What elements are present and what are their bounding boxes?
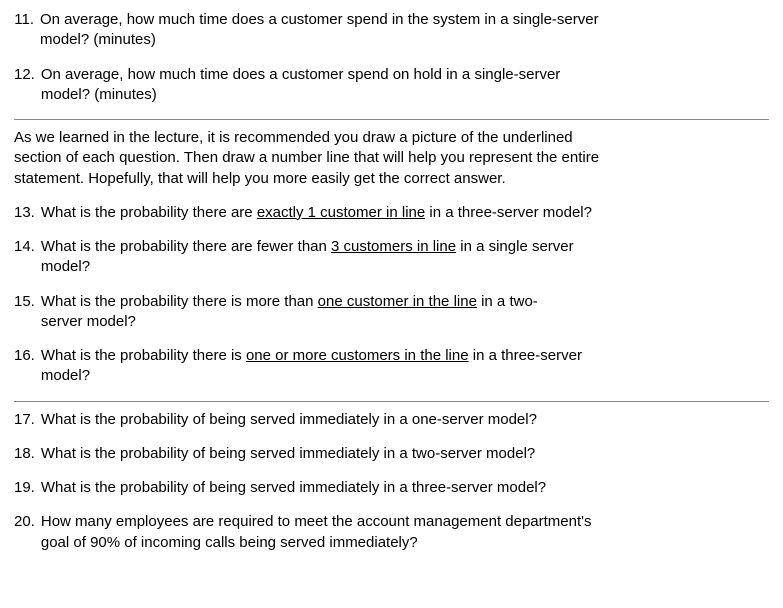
- question-number: 19.: [14, 478, 41, 498]
- question-number: 18.: [14, 444, 41, 464]
- question-line: model?: [41, 258, 90, 275]
- question-number: 11.: [14, 10, 40, 51]
- question-text: What is the probability of being served …: [41, 410, 769, 430]
- instruction-line: As we learned in the lecture, it is reco…: [14, 129, 573, 146]
- question-text: How many employees are required to meet …: [41, 512, 769, 553]
- question-text-pre: What is the probability there are fewer …: [41, 238, 331, 255]
- question-number: 16.: [14, 346, 41, 387]
- question-number: 20.: [14, 512, 41, 553]
- question-12: 12. On average, how much time does a cus…: [14, 65, 769, 106]
- instruction-line: statement. Hopefully, that will help you…: [14, 170, 506, 187]
- question-line: On average, how much time does a custome…: [41, 66, 560, 83]
- question-20: 20. How many employees are required to m…: [14, 512, 769, 553]
- question-line: On average, how much time does a custome…: [40, 11, 599, 28]
- question-text-pre: What is the probability there is more th…: [41, 293, 318, 310]
- question-line: model? (minutes): [41, 86, 157, 103]
- question-text-pre: What is the probability there are: [41, 204, 257, 221]
- question-text: What is the probability of being served …: [41, 444, 769, 464]
- question-14: 14. What is the probability there are fe…: [14, 237, 769, 278]
- underlined-phrase: one or more customers in the line: [246, 347, 469, 364]
- question-line: goal of 90% of incoming calls being serv…: [41, 534, 418, 551]
- question-13: 13. What is the probability there are ex…: [14, 203, 769, 223]
- question-11: 11. On average, how much time does a cus…: [14, 10, 769, 51]
- question-text-post: in a two-: [477, 293, 538, 310]
- question-16: 16. What is the probability there is one…: [14, 346, 769, 387]
- question-text-post: in a three-server model?: [425, 204, 592, 221]
- question-text: What is the probability there is more th…: [41, 292, 769, 333]
- question-15: 15. What is the probability there is mor…: [14, 292, 769, 333]
- question-number: 17.: [14, 410, 41, 430]
- underlined-phrase: exactly 1 customer in line: [257, 204, 425, 221]
- question-line: How many employees are required to meet …: [41, 513, 592, 530]
- question-text: What is the probability there are fewer …: [41, 237, 769, 278]
- question-17: 17. What is the probability of being ser…: [14, 410, 769, 430]
- question-number: 14.: [14, 237, 41, 278]
- question-line: server model?: [41, 313, 136, 330]
- instruction-paragraph: As we learned in the lecture, it is reco…: [14, 128, 769, 189]
- question-line: model?: [41, 367, 90, 384]
- question-text-post: in a single server: [456, 238, 574, 255]
- question-text: On average, how much time does a custome…: [41, 65, 769, 106]
- question-text: What is the probability there is one or …: [41, 346, 769, 387]
- question-text: What is the probability there are exactl…: [41, 203, 769, 223]
- instruction-line: section of each question. Then draw a nu…: [14, 149, 599, 166]
- section-divider: [14, 401, 769, 402]
- question-number: 15.: [14, 292, 41, 333]
- question-text: What is the probability of being served …: [41, 478, 769, 498]
- question-19: 19. What is the probability of being ser…: [14, 478, 769, 498]
- underlined-phrase: 3 customers in line: [331, 238, 456, 255]
- question-text-post: in a three-server: [469, 347, 582, 364]
- question-number: 13.: [14, 203, 41, 223]
- question-number: 12.: [14, 65, 41, 106]
- question-text: On average, how much time does a custome…: [40, 10, 769, 51]
- question-text-pre: What is the probability there is: [41, 347, 246, 364]
- underlined-phrase: one customer in the line: [318, 293, 477, 310]
- section-divider: [14, 119, 769, 120]
- question-18: 18. What is the probability of being ser…: [14, 444, 769, 464]
- question-line: model? (minutes): [40, 31, 156, 48]
